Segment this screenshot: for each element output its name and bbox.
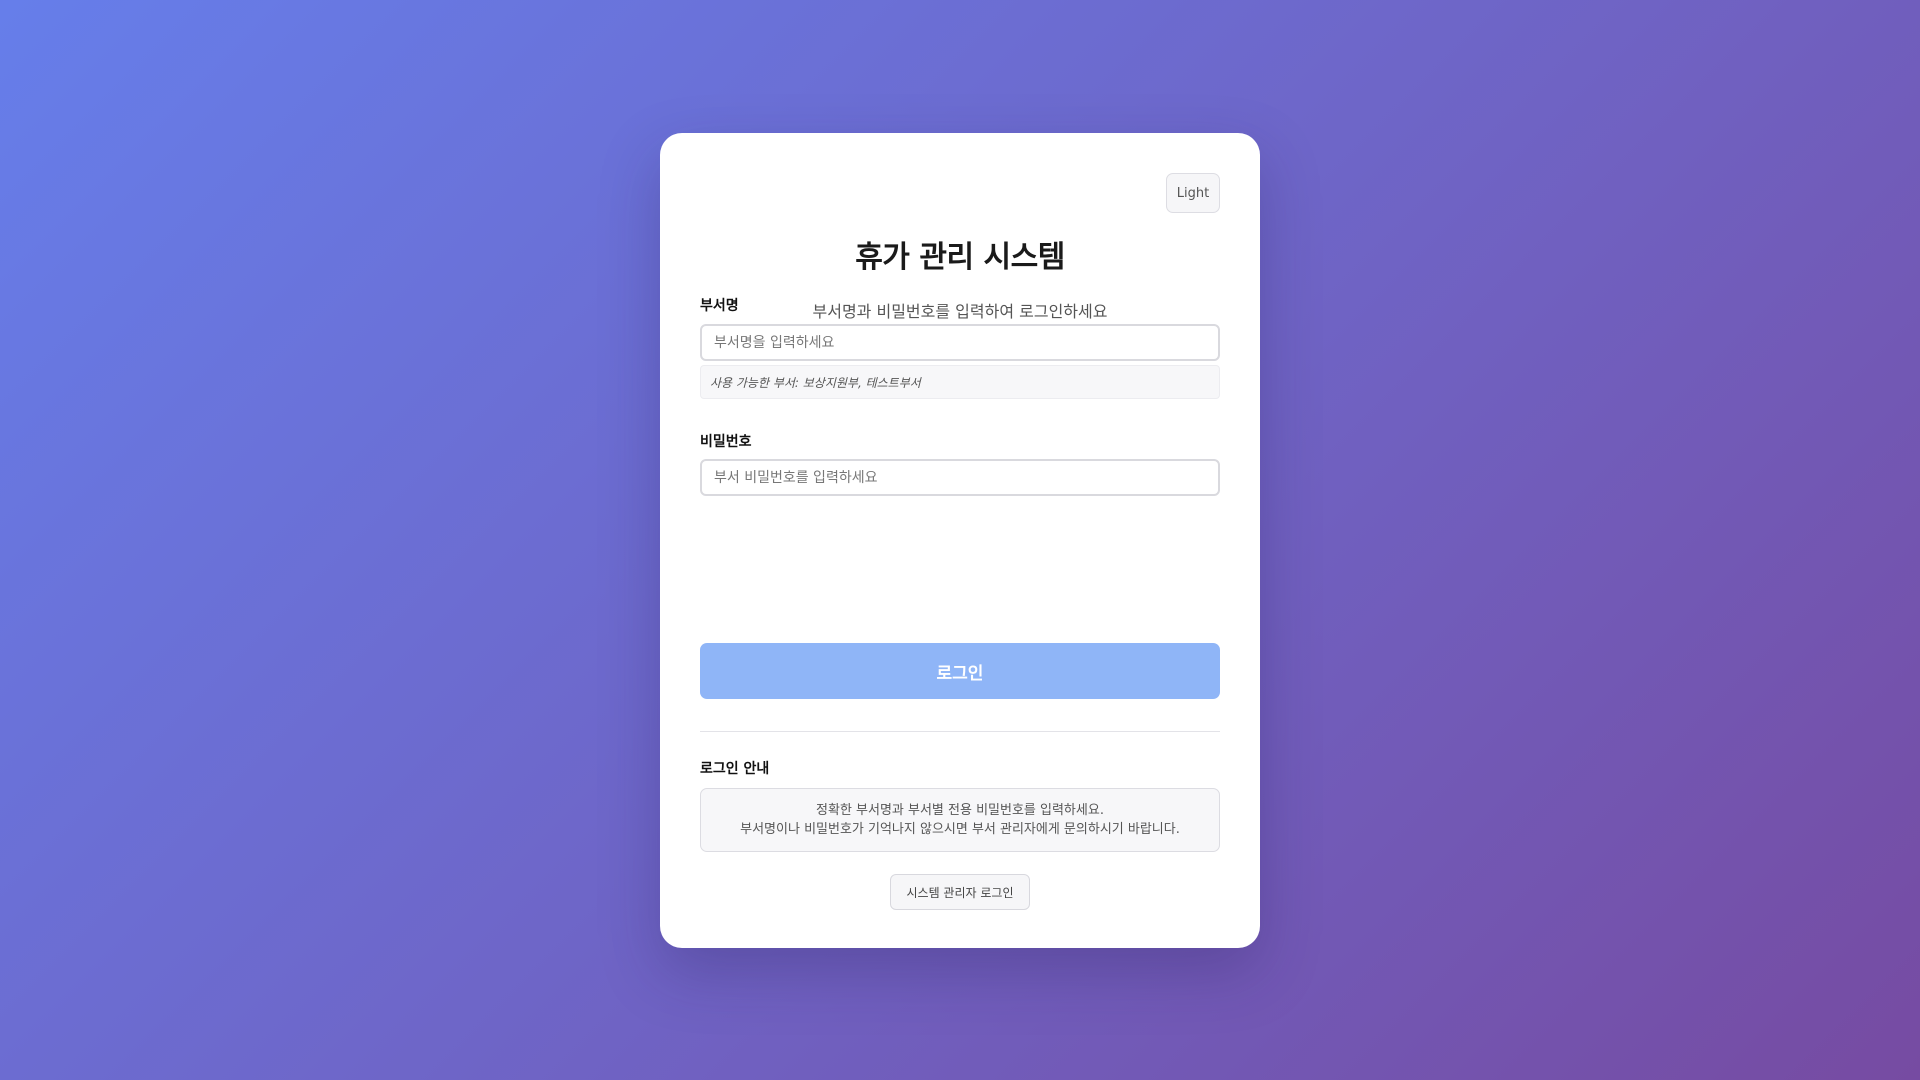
admin-login-button[interactable]: 시스템 관리자 로그인 xyxy=(890,874,1030,910)
page-title: 휴가 관리 시스템 xyxy=(855,240,1065,275)
theme-toggle-button[interactable]: Light xyxy=(1166,173,1220,213)
login-guide-title: 로그인 안내 xyxy=(700,761,770,777)
login-card: Light 휴가 관리 시스템 부서명과 비밀번호를 입력하여 로그인하세요 부… xyxy=(660,133,1260,948)
login-guide-line: 정확한 부서명과 부서별 전용 비밀번호를 입력하세요. xyxy=(816,803,1104,818)
page-subtitle: 부서명과 비밀번호를 입력하여 로그인하세요 xyxy=(812,302,1108,321)
login-guide-box: 정확한 부서명과 부서별 전용 비밀번호를 입력하세요. 부서명이나 비밀번호가… xyxy=(700,788,1220,852)
department-input[interactable] xyxy=(700,324,1220,361)
divider xyxy=(700,731,1220,732)
login-button[interactable]: 로그인 xyxy=(700,643,1220,699)
department-label: 부서명 xyxy=(700,298,739,314)
password-label: 비밀번호 xyxy=(700,434,752,450)
available-departments-hint: 사용 가능한 부서: 보상지원부, 테스트부서 xyxy=(700,365,1220,399)
login-guide-line: 부서명이나 비밀번호가 기억나지 않으시면 부서 관리자에게 문의하시기 바랍니… xyxy=(740,822,1180,837)
password-input[interactable] xyxy=(700,459,1220,496)
